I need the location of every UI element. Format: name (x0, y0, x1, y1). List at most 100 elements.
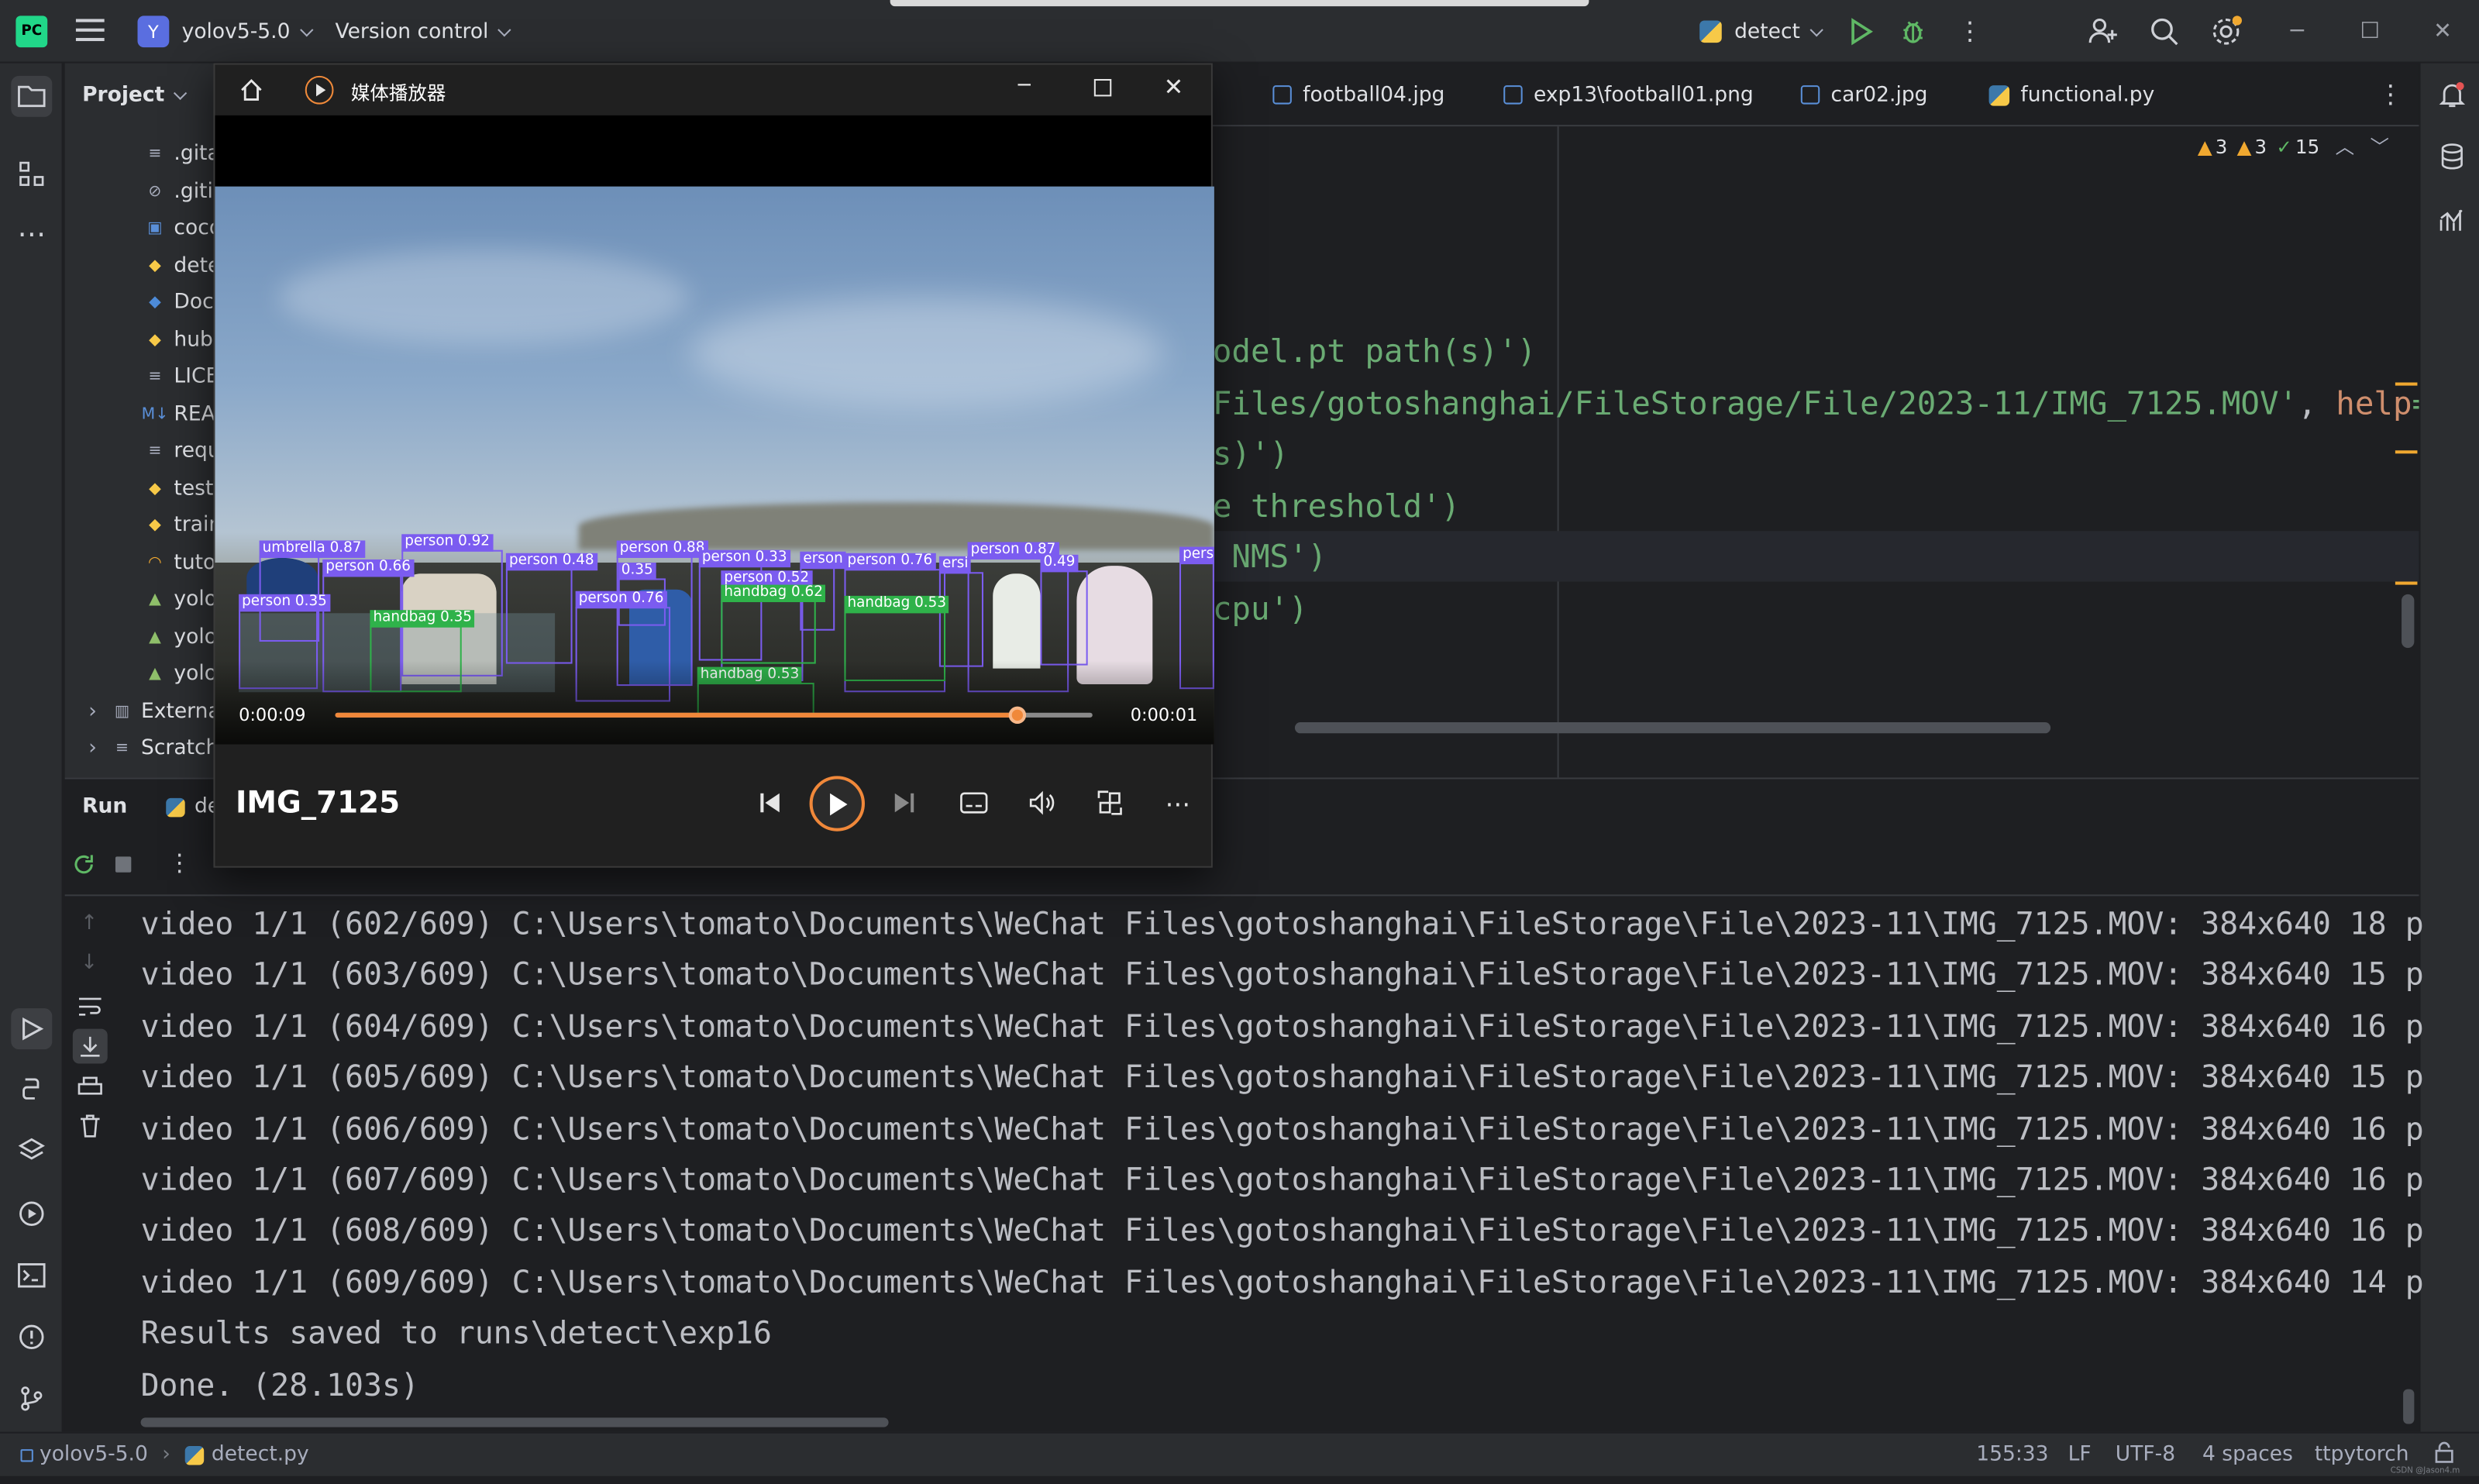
readonly-lock-icon[interactable] (2433, 1441, 2456, 1470)
project-folder-icon[interactable] (11, 75, 53, 117)
scroll-to-end-icon[interactable] (72, 1028, 108, 1064)
player-maximize-button[interactable] (1093, 78, 1112, 97)
detection-label: handbag 0.62 (721, 584, 826, 603)
home-icon[interactable] (239, 77, 264, 109)
packages-icon[interactable] (14, 1133, 49, 1168)
project-badge: Y (137, 15, 170, 48)
scroll-up-icon[interactable]: ↑ (81, 912, 98, 936)
code-line[interactable]: NMS') (1213, 537, 1327, 575)
tree-file-item[interactable]: ≡ requ (144, 433, 220, 468)
tree-file-item[interactable]: ◆ dete (144, 248, 220, 283)
editor-vertical-scrollbar[interactable] (2402, 594, 2415, 649)
tree-file-item[interactable]: ▲ yolo (144, 619, 217, 654)
detection-label: person 0.35 (239, 594, 330, 612)
next-track-icon[interactable] (886, 784, 924, 822)
scroll-down-icon[interactable]: ↓ (81, 952, 98, 976)
console-horizontal-scrollbar[interactable] (140, 1417, 889, 1427)
structure-icon[interactable] (14, 157, 49, 191)
tree-file-item[interactable]: ≡ LICE (144, 359, 219, 394)
more-actions-icon[interactable]: ⋮ (1957, 15, 1983, 46)
main-menu-icon[interactable] (75, 19, 105, 44)
soft-wrap-icon[interactable] (77, 994, 103, 1024)
detection-label: person 0.48 (505, 553, 597, 571)
services-icon[interactable] (14, 1196, 49, 1231)
previous-track-icon[interactable] (751, 784, 789, 822)
console-line: video 1/1 (606/609) C:\Users\tomato\Docu… (140, 1110, 2424, 1147)
caret-position[interactable]: 155:33 (1976, 1443, 2048, 1467)
close-window-button[interactable]: ✕ (2406, 0, 2479, 64)
media-player-window: 媒体播放器 ─ ✕ umbrella 0.87 person 0.92 person… (213, 63, 1214, 868)
tree-folder-item[interactable]: › ▥ Externa (88, 694, 220, 728)
tree-file-item[interactable]: ◆ Doc (144, 284, 214, 319)
project-view-selector[interactable]: Project (82, 81, 188, 109)
code-line[interactable]: e threshold') (1213, 487, 1460, 525)
run-more-icon[interactable]: ⋮ (167, 849, 191, 877)
breadcrumb-project[interactable]: yolov5-5.0 (40, 1443, 148, 1467)
editor-area: football04.jpg exp13\football01.png car0… (1212, 63, 2419, 798)
player-minimize-button[interactable]: ─ (1018, 74, 1031, 98)
notifications-bell-icon[interactable] (2435, 77, 2470, 112)
detection-label: person 0.76 (575, 591, 667, 609)
file-type-icon: ≡ (148, 144, 162, 163)
video-frame[interactable]: umbrella 0.87 person 0.92 person 0.66 perso… (215, 186, 1214, 745)
line-separator[interactable]: LF (2068, 1443, 2092, 1467)
indent-setting[interactable]: 4 spaces (2202, 1443, 2293, 1467)
version-control-menu[interactable]: Version control (336, 17, 511, 46)
run-config-tab[interactable]: de (166, 795, 220, 818)
tree-file-item[interactable]: ▲ yolo (144, 581, 217, 616)
run-icon[interactable] (1847, 17, 1875, 52)
player-more-icon[interactable]: ⋯ (1159, 784, 1196, 822)
mini-view-icon[interactable] (1091, 784, 1129, 822)
search-icon[interactable] (2149, 15, 2181, 53)
code-line[interactable]: Files/gotoshanghai/FileStorage/File/2023… (1213, 384, 2419, 422)
file-type-icon: ◠ (148, 553, 162, 572)
project-switcher[interactable]: Y yolov5-5.0 (137, 14, 313, 49)
subtitles-icon[interactable] (955, 784, 993, 822)
stop-icon[interactable] (115, 856, 132, 873)
play-icon (829, 792, 847, 815)
print-icon[interactable] (77, 1075, 103, 1105)
problems-icon[interactable] (14, 1320, 49, 1355)
minimize-window-button[interactable]: ─ (2260, 0, 2333, 64)
tree-folder-item[interactable]: › ≡ Scratch (88, 730, 219, 765)
add-user-icon[interactable] (2087, 15, 2119, 53)
python-console-icon[interactable] (14, 1072, 49, 1107)
run-config-label: detect (1734, 19, 1800, 44)
detection-label: ersi (938, 556, 972, 574)
settings-gear-icon[interactable] (2209, 14, 2243, 55)
editor-horizontal-scrollbar[interactable] (1294, 722, 2051, 734)
breadcrumb-file[interactable]: detect.py (212, 1443, 309, 1467)
sciview-chart-icon[interactable] (2435, 202, 2470, 237)
tree-file-item[interactable]: ◠ tuto (144, 546, 215, 580)
tree-file-item[interactable]: ▲ yolo (144, 656, 217, 690)
run-config-selector[interactable]: detect (1699, 17, 1823, 46)
tree-file-item[interactable]: ◆ test. (144, 471, 220, 506)
database-icon[interactable] (2435, 139, 2470, 174)
run-tool-icon[interactable] (11, 1008, 53, 1050)
play-button[interactable] (809, 776, 865, 832)
trash-icon[interactable] (79, 1114, 102, 1145)
tree-file-item[interactable]: ◆ hubc (144, 322, 224, 357)
python-interpreter[interactable]: ttpytorch (2315, 1443, 2409, 1467)
tree-file-item[interactable]: ◆ train (144, 508, 222, 542)
more-tools-icon[interactable]: ⋯ (14, 216, 49, 251)
tree-file-item[interactable]: M↓ REA (142, 397, 215, 432)
rerun-icon[interactable] (71, 852, 97, 883)
seek-bar[interactable] (335, 706, 1093, 725)
chevron-right-icon[interactable]: › (88, 735, 97, 759)
code-line[interactable]: odel.pt path(s)') (1213, 332, 1537, 370)
right-tool-window-bar (2419, 63, 2479, 1432)
volume-icon[interactable] (1023, 784, 1061, 822)
player-close-button[interactable]: ✕ (1164, 73, 1184, 102)
terminal-icon[interactable] (14, 1258, 49, 1293)
file-encoding[interactable]: UTF-8 (2116, 1443, 2175, 1467)
git-branch-icon[interactable] (14, 1381, 49, 1416)
chevron-right-icon[interactable]: › (88, 699, 97, 723)
code-line[interactable]: s)') (1213, 435, 1289, 473)
maximize-window-button[interactable]: ☐ (2333, 0, 2406, 64)
code-line[interactable]: cpu') (1213, 590, 1308, 628)
debug-icon[interactable] (1899, 17, 1927, 52)
tree-file-item[interactable]: ▣ coco (144, 210, 222, 245)
tree-file-item[interactable]: ≡ .gita (144, 136, 219, 170)
console-vertical-scrollbar[interactable] (2403, 1389, 2415, 1424)
